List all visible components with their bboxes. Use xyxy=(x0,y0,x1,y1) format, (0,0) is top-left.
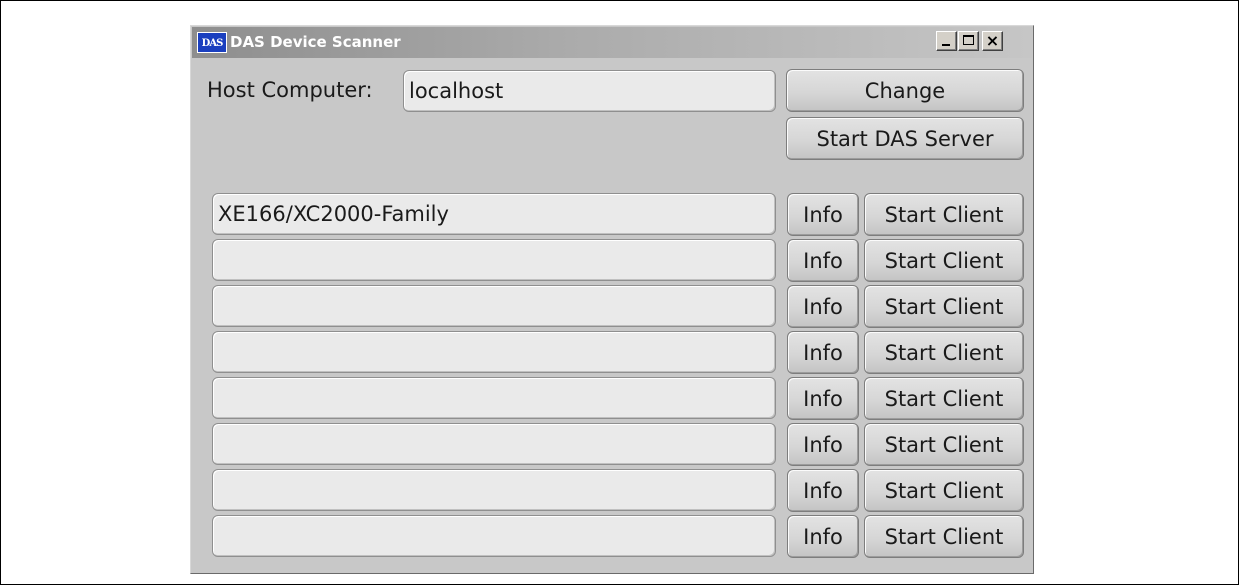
device-name-field[interactable] xyxy=(212,377,776,419)
close-button[interactable]: × xyxy=(982,31,1003,51)
start-client-button[interactable]: Start Client xyxy=(864,377,1024,420)
info-button[interactable]: Info xyxy=(787,423,859,466)
start-client-button[interactable]: Start Client xyxy=(864,469,1024,512)
start-client-button[interactable]: Start Client xyxy=(864,331,1024,374)
start-client-button[interactable]: Start Client xyxy=(864,423,1024,466)
device-name-field[interactable] xyxy=(212,515,776,557)
info-button[interactable]: Info xyxy=(787,193,859,236)
maximize-button[interactable] xyxy=(958,31,979,51)
info-button[interactable]: Info xyxy=(787,377,859,420)
info-button[interactable]: Info xyxy=(787,469,859,512)
info-button[interactable]: Info xyxy=(787,285,859,328)
close-icon: × xyxy=(985,31,1000,50)
change-button[interactable]: Change xyxy=(786,69,1024,112)
start-client-button[interactable]: Start Client xyxy=(864,515,1024,558)
info-button[interactable]: Info xyxy=(787,331,859,374)
info-button[interactable]: Info xyxy=(787,515,859,558)
device-name-field[interactable] xyxy=(212,469,776,511)
start-client-button[interactable]: Start Client xyxy=(864,193,1024,236)
das-app-icon: DAS xyxy=(197,32,227,53)
minimize-icon xyxy=(942,44,950,46)
host-computer-field[interactable]: localhost xyxy=(403,70,776,112)
device-name-field[interactable] xyxy=(212,331,776,373)
das-device-scanner-window: DAS DAS Device Scanner × Host Computer: … xyxy=(190,25,1034,574)
maximize-icon xyxy=(963,35,974,45)
start-das-server-button[interactable]: Start DAS Server xyxy=(786,117,1024,160)
title-bar[interactable]: DAS DAS Device Scanner × xyxy=(192,27,1032,58)
minimize-button[interactable] xyxy=(936,31,957,51)
window-title: DAS Device Scanner xyxy=(230,33,401,51)
device-name-field[interactable] xyxy=(212,285,776,327)
device-name-field[interactable] xyxy=(212,423,776,465)
device-name-field[interactable] xyxy=(212,239,776,281)
device-name-field[interactable]: XE166/XC2000-Family xyxy=(212,193,776,235)
info-button[interactable]: Info xyxy=(787,239,859,282)
host-computer-label: Host Computer: xyxy=(207,78,373,102)
start-client-button[interactable]: Start Client xyxy=(864,239,1024,282)
start-client-button[interactable]: Start Client xyxy=(864,285,1024,328)
